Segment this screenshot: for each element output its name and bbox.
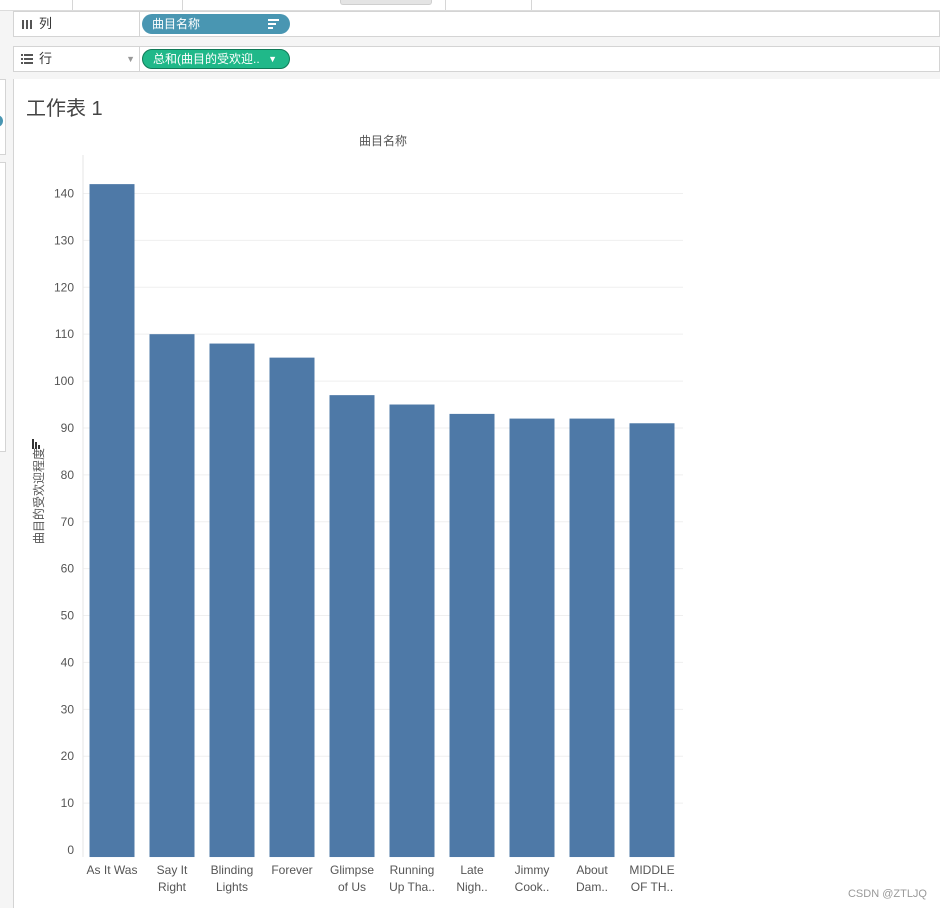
y-tick-label: 100 <box>54 374 74 388</box>
bar <box>389 404 435 858</box>
y-axis-ticks: 0 10 20 30 40 50 60 70 80 90 100 110 120 130 140 <box>54 187 74 858</box>
x-tick-label: Running <box>390 863 435 877</box>
y-tick-label: 50 <box>61 609 75 623</box>
x-tick-label: Glimpse <box>330 863 374 877</box>
y-tick-label: 110 <box>55 327 74 341</box>
chart-title: 曲目名称 <box>359 133 407 148</box>
y-tick-label: 120 <box>54 280 74 294</box>
x-tick-label: Dam.. <box>576 880 608 894</box>
bar <box>449 413 495 858</box>
bar <box>209 343 255 858</box>
x-tick-label: About <box>576 863 608 877</box>
x-axis-ticks: As It Was Say It Right Blinding Lights Foreve… <box>87 863 675 894</box>
y-tick-label: 130 <box>54 233 74 247</box>
y-tick-label: 20 <box>61 749 75 763</box>
x-tick-label: MIDDLE <box>629 863 674 877</box>
y-tick-label: 70 <box>61 515 75 529</box>
bar <box>629 423 675 858</box>
y-tick-label: 40 <box>61 655 75 669</box>
bar <box>89 184 135 858</box>
x-tick-label: Late <box>460 863 484 877</box>
y-tick-label: 10 <box>61 796 75 810</box>
bar <box>569 418 615 858</box>
x-tick-label: Cook.. <box>515 880 550 894</box>
y-tick-label: 80 <box>61 468 75 482</box>
x-tick-label: Up Tha.. <box>389 880 435 894</box>
x-tick-label: Nigh.. <box>456 880 487 894</box>
y-axis-title: 曲目的受欢迎程度 <box>31 448 46 544</box>
sort-indicator-icon[interactable] <box>32 439 40 449</box>
x-tick-label: Jimmy <box>515 863 550 877</box>
bar <box>329 395 375 858</box>
x-tick-label: Lights <box>216 880 248 894</box>
y-tick-label: 140 <box>54 187 74 201</box>
x-tick-label: Say It <box>157 863 188 877</box>
x-tick-label: Blinding <box>211 863 254 877</box>
bar <box>149 334 195 858</box>
bar-chart: 0 10 20 30 40 50 60 70 80 90 100 110 120 130 140 As It… <box>31 133 683 894</box>
x-tick-label: Right <box>158 880 187 894</box>
y-tick-label: 60 <box>61 562 75 576</box>
y-tick-label: 0 <box>67 843 74 857</box>
y-tick-label: 30 <box>61 702 75 716</box>
y-axis-title-group: 曲目的受欢迎程度 <box>31 448 46 544</box>
x-tick-label: OF TH.. <box>631 880 673 894</box>
bar <box>269 357 315 858</box>
bar <box>509 418 555 858</box>
x-tick-label: As It Was <box>87 863 138 877</box>
x-tick-label: of Us <box>338 880 366 894</box>
x-tick-label: Forever <box>271 863 312 877</box>
y-tick-label: 90 <box>61 421 75 435</box>
